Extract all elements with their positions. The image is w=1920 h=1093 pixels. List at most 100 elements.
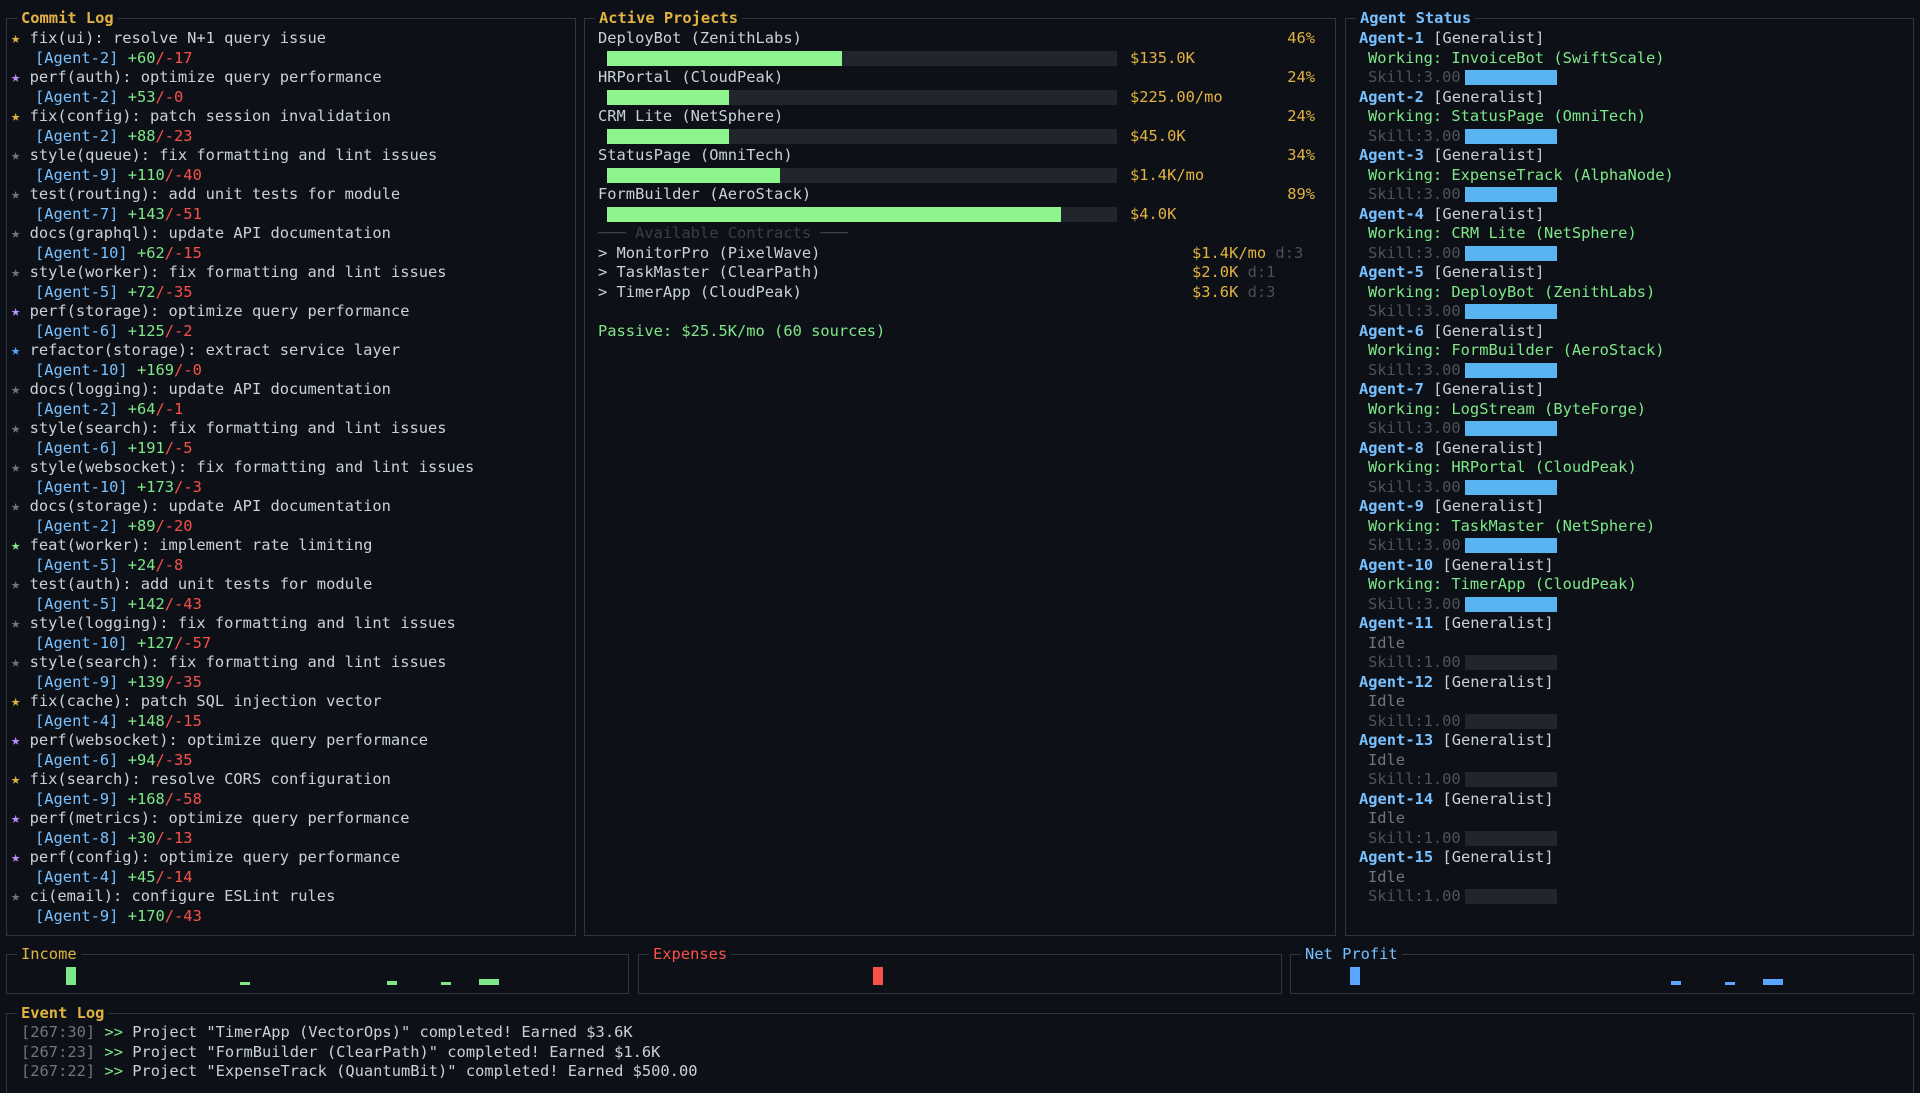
commit-item[interactable]: ★ perf(storage): optimize query performa… [11,302,571,322]
lines-added: +148 [127,711,165,730]
event-item[interactable]: [267:22] >> Project "ExpenseTrack (Quant… [21,1062,697,1082]
event-time: [267:30] [21,1023,96,1041]
project-name: DeployBot (ZenithLabs) [598,29,802,47]
agent-name: Agent-15 [1359,848,1434,866]
event-item[interactable]: [267:30] >> Project "TimerApp (VectorOps… [21,1023,697,1043]
commit-item[interactable]: ★ style(websocket): fix formatting and l… [11,458,571,478]
agent-role: [Generalist] [1442,731,1554,749]
agent-item[interactable]: Agent-8 [Generalist] Working: HRPortal (C… [1359,439,1903,498]
contract-row[interactable]: > TaskMaster (ClearPath) $2.0K d:1 [598,263,1315,283]
commit-item[interactable]: ★ docs(graphql): update API documentatio… [11,224,571,244]
contract-difficulty: d:3 [1247,282,1276,301]
commit-item[interactable]: ★ perf(websocket): optimize query perfor… [11,731,571,751]
project-percent: 24% [1287,107,1315,125]
agent-list[interactable]: Agent-1 [Generalist] Working: InvoiceBot … [1359,29,1903,907]
commit-message: fix(cache): patch SQL injection vector [29,692,382,710]
event-time: [267:23] [21,1042,96,1061]
active-projects-panel: Active Projects DeployBot (ZenithLabs) 46… [584,8,1336,936]
project-row[interactable]: StatusPage (OmniTech) 34% $1.4K/mo [598,146,1315,185]
agent-name: Agent-10 [1359,555,1434,574]
contract-row[interactable]: > TimerApp (CloudPeak) $3.6K d:3 [598,283,1315,303]
agent-skill: Skill:1.00 [1368,653,1461,671]
agent-item[interactable]: Agent-11 [Generalist] Idle Skill:1.00 [1359,614,1903,673]
commit-meta: [Agent-2] +53/-0 [11,88,571,108]
agent-name: Agent-9 [1359,497,1424,515]
project-row[interactable]: HRPortal (CloudPeak) 24% $225.00/mo [598,68,1315,107]
commit-item[interactable]: ★ style(search): fix formatting and lint… [11,419,571,439]
commit-item[interactable]: ★ perf(metrics): optimize query performa… [11,809,571,829]
commit-item[interactable]: ★ docs(logging): update API documentatio… [11,380,571,400]
agent-name: Agent-6 [1359,321,1424,340]
agent-item[interactable]: Agent-7 [Generalist] Working: LogStream (… [1359,380,1903,439]
commit-item[interactable]: ★ perf(config): optimize query performan… [11,848,571,868]
project-row[interactable]: FormBuilder (AeroStack) 89% $4.0K [598,185,1315,224]
contract-price: $2.0K [1192,263,1239,281]
lines-added: +89 [127,516,156,535]
agent-item[interactable]: Agent-6 [Generalist] Working: FormBuilder… [1359,322,1903,381]
agent-status-title: Agent Status [1356,8,1476,28]
agent-status: Working: ExpenseTrack (AlphaNode) [1368,165,1674,184]
lines-deleted: /-1 [155,399,184,418]
agent-status: Idle [1368,867,1406,886]
lines-added: +64 [127,399,156,418]
agent-name: Agent-7 [1359,380,1424,398]
commit-item[interactable]: ★ perf(auth): optimize query performance [11,68,571,88]
commit-meta: [Agent-4] +45/-14 [11,868,571,888]
commit-item[interactable]: ★ fix(config): patch session invalidatio… [11,107,571,127]
project-row[interactable]: CRM Lite (NetSphere) 24% $45.0K [598,107,1315,146]
commit-meta: [Agent-9] +110/-40 [11,166,571,186]
agent-skill-row: Skill:3.00 [1359,595,1903,615]
star-icon: ★ [11,419,21,437]
commit-item[interactable]: ★ test(auth): add unit tests for module [11,575,571,595]
star-icon: ★ [11,107,21,125]
commit-item[interactable]: ★ style(logging): fix formatting and lin… [11,614,571,634]
agent-item[interactable]: Agent-10 [Generalist] Working: TimerApp (… [1359,556,1903,615]
agent-item[interactable]: Agent-3 [Generalist] Working: ExpenseTrac… [1359,146,1903,205]
project-value: $45.0K [1130,126,1186,145]
agent-item[interactable]: Agent-14 [Generalist] Idle Skill:1.00 [1359,790,1903,849]
agent-item[interactable]: Agent-13 [Generalist] Idle Skill:1.00 [1359,731,1903,790]
commit-item[interactable]: ★ fix(ui): resolve N+1 query issue [11,29,571,49]
commit-item[interactable]: ★ ci(email): configure ESLint rules [11,887,571,907]
agent-header: Agent-2 [Generalist] [1359,88,1903,108]
commit-item[interactable]: ★ refactor(storage): extract service lay… [11,341,571,361]
skill-bar [1464,421,1557,436]
agent-item[interactable]: Agent-15 [Generalist] Idle Skill:1.00 [1359,848,1903,907]
agent-item[interactable]: Agent-4 [Generalist] Working: CRM Lite (N… [1359,205,1903,264]
skill-bar [1464,538,1557,553]
commit-message: test(auth): add unit tests for module [29,575,373,593]
agent-header: Agent-12 [Generalist] [1359,673,1903,693]
agent-item[interactable]: Agent-9 [Generalist] Working: TaskMaster … [1359,497,1903,556]
agent-skill: Skill:1.00 [1368,770,1461,788]
lines-added: +53 [127,87,156,106]
commit-message: perf(metrics): optimize query performanc… [29,809,410,827]
skill-bar [1464,889,1557,904]
agent-item[interactable]: Agent-5 [Generalist] Working: DeployBot (… [1359,263,1903,322]
project-row[interactable]: DeployBot (ZenithLabs) 46% $135.0K [598,29,1315,68]
event-list[interactable]: [267:30] >> Project "TimerApp (VectorOps… [21,1023,697,1082]
lines-deleted: /-43 [164,594,202,613]
lines-added: +142 [127,594,165,613]
agent-item[interactable]: Agent-12 [Generalist] Idle Skill:1.00 [1359,673,1903,732]
commit-message: style(websocket): fix formatting and lin… [29,458,475,476]
commit-item[interactable]: ★ style(worker): fix formatting and lint… [11,263,571,283]
commit-item[interactable]: ★ feat(worker): implement rate limiting [11,536,571,556]
agent-role: [Generalist] [1442,555,1554,574]
commit-item[interactable]: ★ fix(cache): patch SQL injection vector [11,692,571,712]
commit-agent: [Agent-7] [35,204,119,223]
event-item[interactable]: [267:23] >> Project "FormBuilder (ClearP… [21,1043,697,1063]
commit-list[interactable]: ★ fix(ui): resolve N+1 query issue [Agent… [11,29,571,926]
agent-item[interactable]: Agent-2 [Generalist] Working: StatusPage … [1359,88,1903,147]
star-icon: ★ [11,692,21,710]
commit-item[interactable]: ★ test(routing): add unit tests for modu… [11,185,571,205]
commit-item[interactable]: ★ style(search): fix formatting and lint… [11,653,571,673]
commit-item[interactable]: ★ docs(storage): update API documentatio… [11,497,571,517]
agent-role: [Generalist] [1433,146,1545,164]
project-percent: 46% [1287,29,1315,47]
lines-added: +60 [127,48,156,67]
agent-skill-row: Skill:3.00 [1359,185,1903,205]
commit-item[interactable]: ★ style(queue): fix formatting and lint … [11,146,571,166]
commit-item[interactable]: ★ fix(search): resolve CORS configuratio… [11,770,571,790]
contract-row[interactable]: > MonitorPro (PixelWave) $1.4K/mo d:3 [598,244,1315,264]
agent-item[interactable]: Agent-1 [Generalist] Working: InvoiceBot … [1359,29,1903,88]
